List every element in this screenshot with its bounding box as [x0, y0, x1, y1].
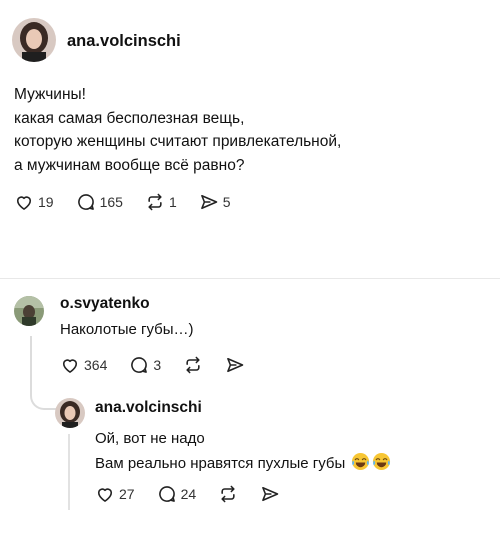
reply-author-username[interactable]: o.svyatenko [60, 295, 150, 313]
like-count: 27 [119, 486, 135, 502]
comment-count: 24 [180, 486, 197, 502]
send-icon [200, 194, 218, 210]
heart-icon [62, 359, 78, 373]
post-text-line: а мужчинам вообще всё равно? [14, 156, 245, 174]
share-button[interactable] [260, 484, 280, 504]
post-text-line: какая самая бесполезная вещь, [14, 109, 245, 127]
comment-bubble-icon [158, 486, 175, 502]
like-count: 364 [84, 357, 108, 373]
divider [0, 278, 500, 279]
share-button[interactable] [225, 355, 245, 375]
reply-text: Ой, вот не надо Вам реально нравятся пух… [95, 426, 391, 476]
comment-count: 165 [99, 194, 123, 210]
like-button[interactable]: 364 [60, 355, 107, 375]
comment-button[interactable]: 3 [129, 355, 161, 375]
heart-icon [97, 488, 113, 502]
reply-text-line-content: Вам реально нравятся пухлые губы [95, 455, 346, 472]
thread-connector [30, 336, 58, 410]
avatar[interactable] [12, 18, 56, 62]
share-button[interactable]: 5 [199, 192, 231, 212]
reply-text-line: Ой, вот не надо [95, 430, 205, 447]
avatar[interactable] [14, 296, 44, 326]
thread-line [68, 434, 70, 510]
post-text-line: Мужчины! [14, 86, 86, 103]
send-icon [227, 357, 244, 373]
comment-count: 3 [153, 357, 162, 373]
post-text-line: которую женщины считают привлекательной, [14, 133, 342, 150]
heart-icon [16, 196, 32, 210]
post-actions: 19 165 1 5 [14, 192, 253, 212]
like-button[interactable]: 27 [95, 484, 135, 504]
repost-icon [186, 356, 200, 374]
like-button[interactable]: 19 [14, 192, 54, 212]
reply-actions: 364 3 [60, 355, 267, 375]
repost-icon [148, 193, 162, 211]
reply-author-username[interactable]: ana.volcinschi [95, 399, 202, 417]
send-icon [262, 486, 279, 502]
repost-button[interactable] [218, 484, 238, 504]
comment-button[interactable]: 24 [157, 484, 197, 504]
reply-text-line: Вам реально нравятся пухлые губы [95, 451, 391, 476]
post-text: Мужчины! какая самая бесполезная вещь, к… [14, 83, 484, 177]
repost-button[interactable]: 1 [145, 192, 177, 212]
comment-bubble-icon [131, 357, 148, 373]
repost-count: 1 [168, 194, 177, 210]
avatar[interactable] [55, 398, 85, 428]
repost-icon [221, 485, 235, 503]
post-author-username[interactable]: ana.volcinschi [67, 32, 181, 51]
reply-text: Наколотые губы…) [60, 321, 194, 338]
laughing-tears-emoji [352, 452, 370, 471]
laughing-tears-emoji [373, 452, 391, 471]
like-count: 19 [38, 194, 54, 210]
comment-bubble-icon [77, 194, 94, 210]
comment-button[interactable]: 165 [76, 192, 123, 212]
main-post: ana.volcinschi Мужчины! какая самая бесп… [0, 0, 500, 278]
reply-actions: 27 24 [95, 484, 302, 504]
share-count: 5 [222, 194, 231, 210]
repost-button[interactable] [183, 355, 203, 375]
